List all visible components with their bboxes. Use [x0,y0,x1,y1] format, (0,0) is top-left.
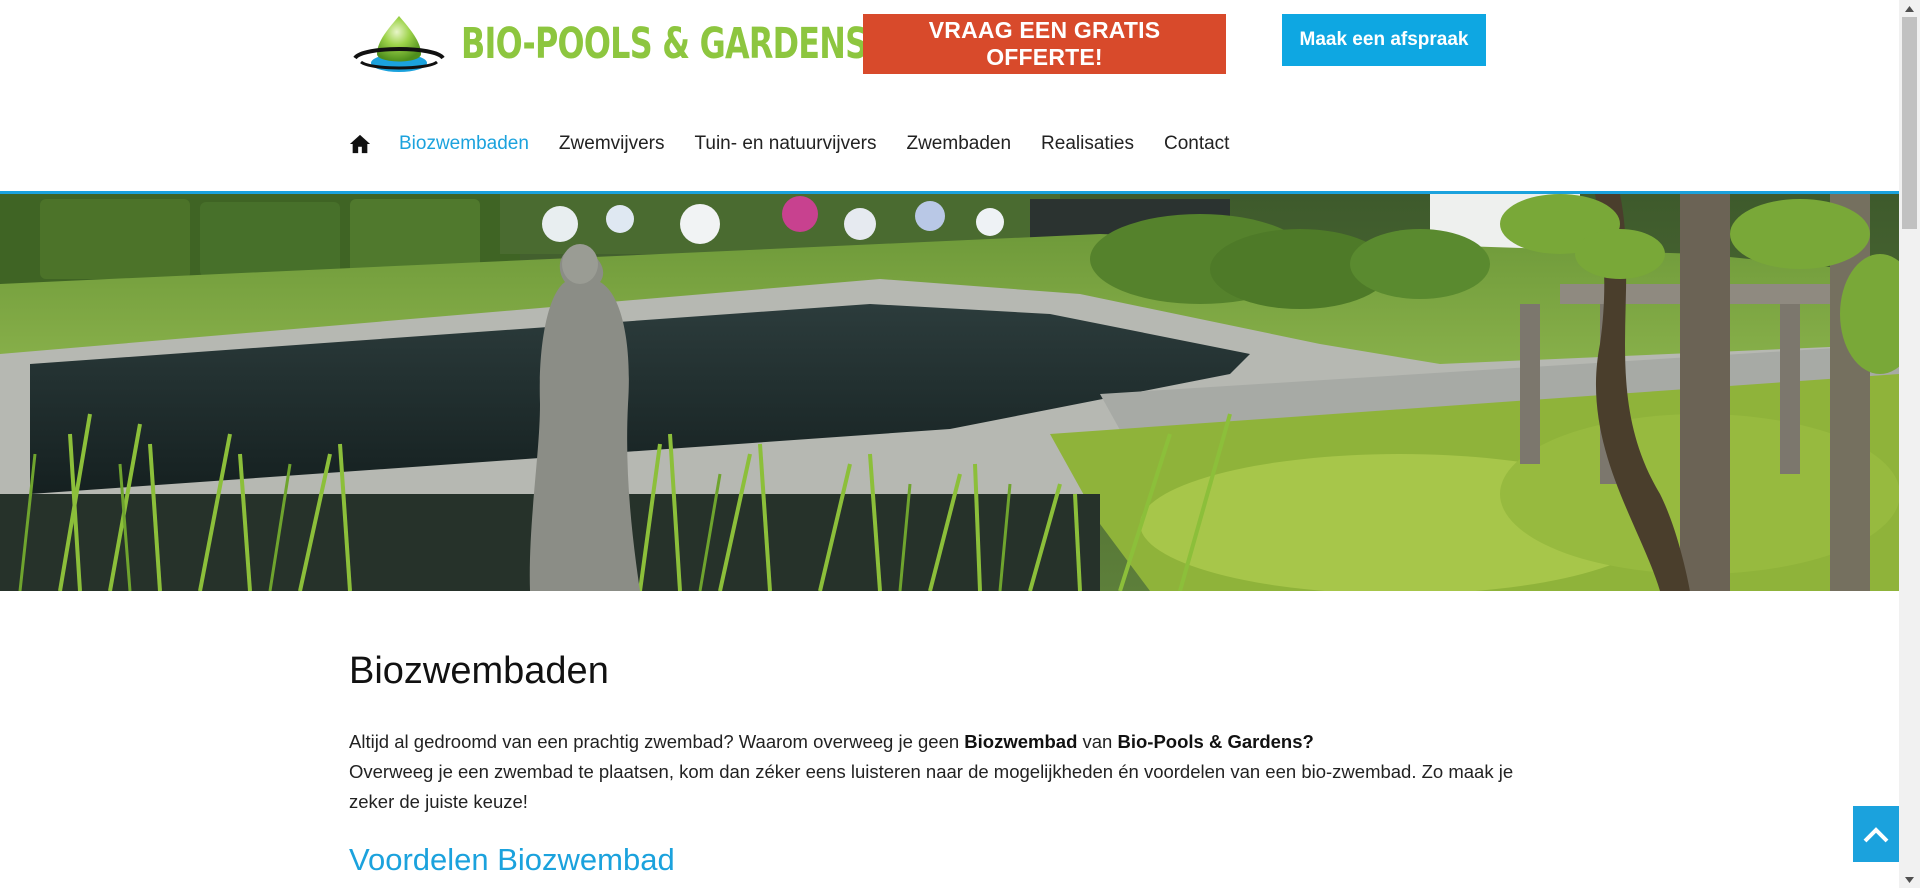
make-appointment-button[interactable]: Maak een afspraak [1282,14,1486,66]
intro-text-2: van [1077,731,1118,752]
nav-item-zwembaden[interactable]: Zwembaden [906,133,1011,155]
intro-text-1: Altijd al gedroomd van een prachtig zwem… [349,731,965,752]
scroll-up-arrow-icon[interactable] [1899,0,1920,17]
section-heading-voordelen: Voordelen Biozwembad [349,842,675,877]
nav-item-zwemvijvers[interactable]: Zwemvijvers [559,133,665,155]
nav-item-tuin-natuurvijvers[interactable]: Tuin- en natuurvijvers [694,133,876,155]
hero-garden-pool-image [0,194,1899,591]
page-title: Biozwembaden [349,650,609,692]
intro-paragraph: Altijd al gedroomd van een prachtig zwem… [349,727,1549,817]
home-icon[interactable] [349,133,371,155]
nav-item-contact[interactable]: Contact [1164,133,1229,155]
scroll-down-arrow-icon[interactable] [1899,871,1920,888]
request-quote-button[interactable]: VRAAG EEN GRATIS OFFERTE! [863,14,1226,74]
page-scrollbar[interactable] [1899,0,1920,888]
chevron-up-icon [1863,827,1889,843]
logo-text: BIO-POOLS & GARDENS [461,19,868,69]
main-navigation: Biozwembaden Zwemvijvers Tuin- en natuur… [349,128,1259,160]
intro-bold-biozwembad: Biozwembad [964,731,1078,752]
scrollbar-thumb[interactable] [1902,17,1917,229]
intro-text-3: Overweeg je een zwembad te plaatsen, kom… [349,761,1514,812]
nav-item-realisaties[interactable]: Realisaties [1041,133,1134,155]
intro-bold-company: Bio-Pools & Gardens? [1117,731,1314,752]
nav-item-biozwembaden[interactable]: Biozwembaden [399,133,529,155]
page: BIO-POOLS & GARDENS VRAAG EEN GRATIS OFF… [0,0,1899,888]
back-to-top-button[interactable] [1853,806,1899,862]
logo-water-drop-icon [353,16,445,72]
